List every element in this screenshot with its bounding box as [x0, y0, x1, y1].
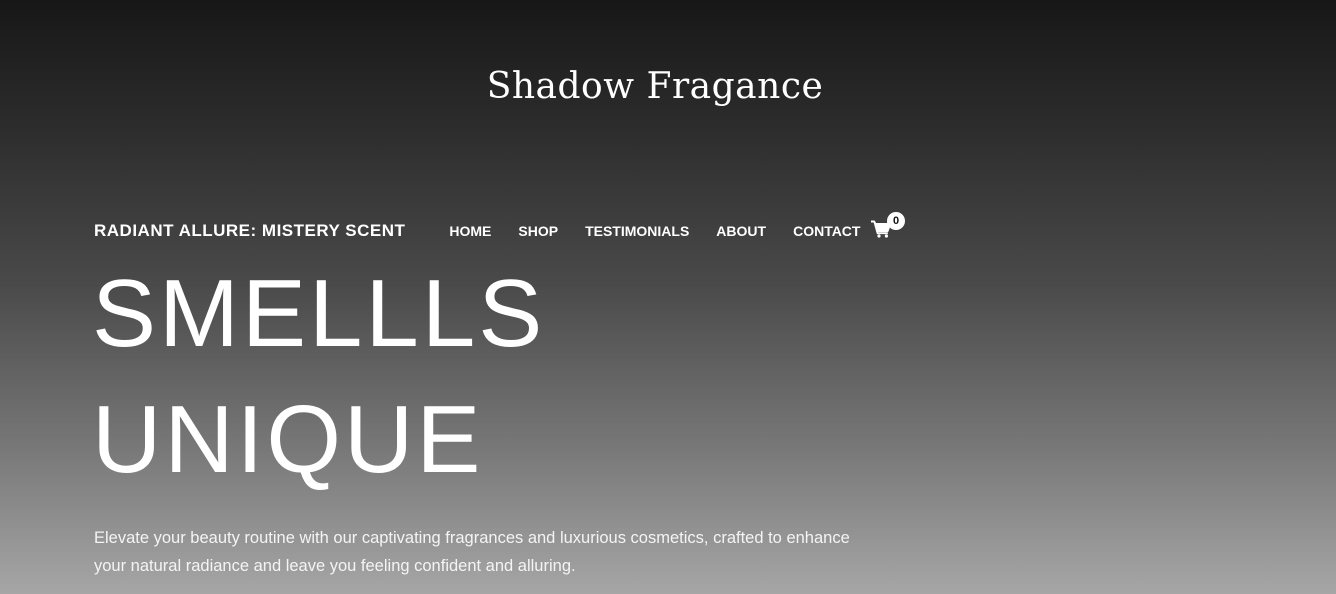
- nav-links: HOME SHOP TESTIMONIALS ABOUT CONTACT: [449, 223, 887, 239]
- hero-heading-line-2: UNIQUE: [92, 386, 484, 493]
- nav-shop-link[interactable]: SHOP: [518, 223, 558, 239]
- site-title[interactable]: RADIANT ALLURE: MISTERY SCENT: [94, 221, 405, 241]
- nav-about-link[interactable]: ABOUT: [716, 223, 766, 239]
- main-navbar: RADIANT ALLURE: MISTERY SCENT HOME SHOP …: [94, 218, 914, 244]
- hero-description: Elevate your beauty routine with our cap…: [94, 529, 850, 575]
- cart-button[interactable]: 0: [871, 212, 905, 242]
- nav-contact-link[interactable]: CONTACT: [793, 223, 860, 239]
- brand-logo[interactable]: Shadow Fragance: [0, 66, 1310, 107]
- hero-heading-line-1: SMELLLS: [92, 260, 546, 367]
- cart-count-badge: 0: [887, 212, 905, 230]
- nav-testimonials-link[interactable]: TESTIMONIALS: [585, 223, 689, 239]
- nav-home-link[interactable]: HOME: [449, 223, 491, 239]
